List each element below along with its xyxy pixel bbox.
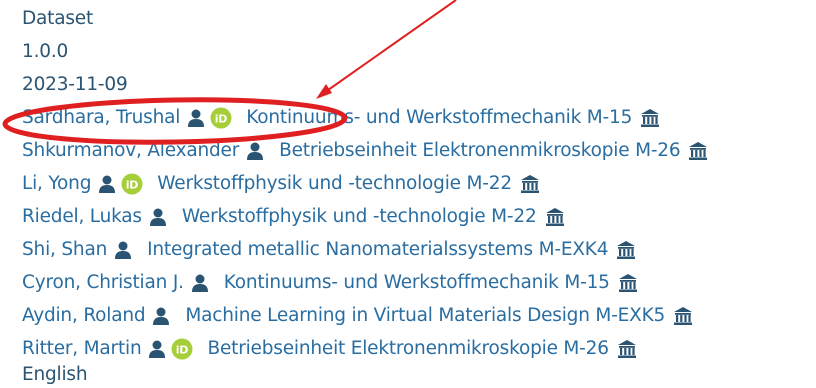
author-name-link[interactable]: Shi, Shan (22, 237, 107, 263)
person-icon[interactable] (151, 306, 171, 326)
institution-bank-icon[interactable] (640, 108, 660, 128)
author-row: Cyron, Christian J. Kontinuums- und Werks… (22, 270, 638, 296)
author-name-link[interactable]: Cyron, Christian J. (22, 270, 184, 296)
person-icon[interactable] (186, 108, 206, 128)
institution-bank-icon[interactable] (520, 174, 540, 194)
author-row: Riedel, Lukas Werkstoffphysik und -techno… (22, 204, 565, 230)
institution-link[interactable]: Kontinuums- und Werkstoffmechanik M-15 (224, 270, 610, 296)
publication-date: 2023-11-09 (22, 74, 128, 95)
author-row: Li, Yong iD Werkstoffphysik und -technolog… (22, 171, 540, 197)
orcid-icon[interactable]: iD (121, 173, 143, 195)
person-icon[interactable] (147, 339, 167, 359)
person-icon[interactable] (97, 174, 117, 194)
author-row: Sardhara, Trushal iD Kontinuums- und Werks… (22, 105, 660, 131)
svg-text:iD: iD (215, 113, 228, 126)
orcid-icon[interactable]: iD (171, 338, 193, 360)
institution-link[interactable]: Betriebseinheit Elektronenmikroskopie M-… (207, 336, 609, 362)
person-icon[interactable] (148, 207, 168, 227)
author-name-link[interactable]: Li, Yong (22, 171, 91, 197)
version: 1.0.0 (22, 41, 69, 62)
orcid-icon[interactable]: iD (210, 107, 232, 129)
institution-bank-icon[interactable] (617, 339, 637, 359)
institution-bank-icon[interactable] (545, 207, 565, 227)
author-name-link[interactable]: Sardhara, Trushal (22, 105, 180, 131)
author-name-link[interactable]: Shkurmanov, Alexander (22, 138, 239, 164)
annotation-arrow-head (316, 84, 332, 99)
author-row: Shkurmanov, Alexander Betriebseinheit Ele… (22, 138, 708, 164)
author-name-link[interactable]: Ritter, Martin (22, 336, 142, 362)
person-icon[interactable] (113, 240, 133, 260)
resource-type: Dataset (22, 8, 94, 29)
author-row: Aydin, Roland Machine Learning in Virtual… (22, 303, 693, 329)
author-row: Ritter, Martin iD Betriebseinheit Elektron… (22, 336, 637, 362)
author-row: Shi, Shan Integrated metallic Nanomateria… (22, 237, 636, 263)
author-name-link[interactable]: Aydin, Roland (22, 303, 146, 329)
institution-bank-icon[interactable] (618, 273, 638, 293)
person-icon[interactable] (190, 273, 210, 293)
institution-link[interactable]: Kontinuums- und Werkstoffmechanik M-15 (246, 105, 632, 131)
institution-link[interactable]: Integrated metallic Nanomaterialssystems… (147, 237, 608, 263)
annotation-arrow-line (320, 0, 457, 96)
institution-link[interactable]: Werkstoffphysik und -technologie M-22 (157, 171, 512, 197)
institution-link[interactable]: Machine Learning in Virtual Materials De… (185, 303, 665, 329)
person-icon[interactable] (245, 141, 265, 161)
institution-link[interactable]: Betriebseinheit Elektronenmikroskopie M-… (279, 138, 681, 164)
svg-text:iD: iD (126, 179, 139, 192)
institution-bank-icon[interactable] (673, 306, 693, 326)
institution-link[interactable]: Werkstoffphysik und -technologie M-22 (182, 204, 537, 230)
svg-text:iD: iD (176, 344, 189, 357)
author-name-link[interactable]: Riedel, Lukas (22, 204, 142, 230)
language: English (22, 364, 88, 385)
institution-bank-icon[interactable] (616, 240, 636, 260)
institution-bank-icon[interactable] (688, 141, 708, 161)
